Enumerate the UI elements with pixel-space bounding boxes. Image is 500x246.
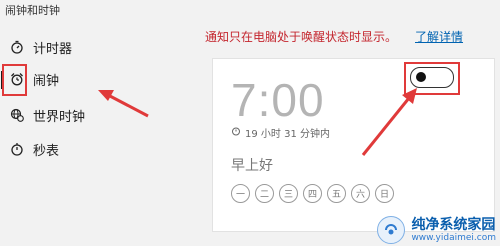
sidebar: 闹钟和时钟 计时器 闹钟 世界时钟 秒表 [0, 0, 185, 246]
annotation-arrow [98, 90, 149, 118]
watermark-title: 纯净系统家园 [411, 216, 496, 233]
main-panel: 通知只在电脑处于唤醒状态时显示。 了解详情 7:00 19 小时 31 分钟内 … [185, 0, 500, 246]
watermark-logo-icon [377, 216, 406, 244]
watermark: 纯净系统家园 www.yidaimei.com [377, 216, 496, 244]
watermark-url: www.yidaimei.com [411, 232, 496, 243]
annotation-arrow [361, 88, 417, 156]
